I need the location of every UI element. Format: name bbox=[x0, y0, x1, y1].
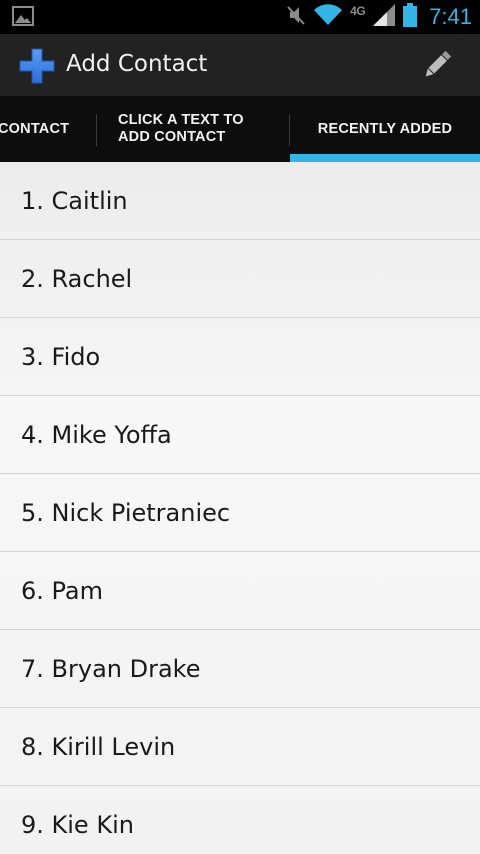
list-item[interactable]: 4. Mike Yoffa bbox=[0, 396, 480, 474]
list-item[interactable]: 7. Bryan Drake bbox=[0, 630, 480, 708]
action-bar: Add Contact bbox=[0, 34, 480, 96]
app-title: Add Contact bbox=[66, 51, 208, 77]
contact-name: 7. Bryan Drake bbox=[21, 654, 201, 683]
contact-name: 6. Pam bbox=[21, 576, 104, 605]
contact-name: 9. Kie Kin bbox=[21, 810, 134, 839]
tab-contact[interactable]: CONTACT bbox=[0, 96, 96, 162]
signal-icon bbox=[373, 4, 396, 30]
selected-tab-indicator bbox=[290, 154, 480, 162]
contact-name: 3. Fido bbox=[21, 342, 101, 371]
mute-icon bbox=[286, 4, 306, 30]
list-item[interactable]: 5. Nick Pietraniec bbox=[0, 474, 480, 552]
contact-name: 8. Kirill Levin bbox=[21, 732, 176, 761]
list-item[interactable]: 3. Fido bbox=[0, 318, 480, 396]
tab-recently-added-label: RECENTLY ADDED bbox=[317, 120, 453, 137]
battery-icon bbox=[403, 3, 418, 31]
tab-click-a-text-label: CLICK A TEXT TO ADD CONTACT bbox=[118, 112, 244, 145]
tab-contact-label: CONTACT bbox=[0, 120, 70, 137]
status-bar: 4G 7:41 bbox=[0, 0, 480, 34]
image-notification-icon bbox=[12, 6, 34, 30]
contact-name: 5. Nick Pietraniec bbox=[21, 498, 231, 527]
wifi-icon bbox=[314, 4, 343, 30]
contact-name: 1. Caitlin bbox=[21, 186, 128, 215]
contact-name: 4. Mike Yoffa bbox=[21, 420, 172, 449]
list-item[interactable]: 9. Kie Kin bbox=[0, 786, 480, 854]
list-item[interactable]: 2. Rachel bbox=[0, 240, 480, 318]
clock: 7:41 bbox=[429, 4, 472, 29]
list-item[interactable]: 1. Caitlin bbox=[0, 162, 480, 240]
contact-list[interactable]: 1. Caitlin 2. Rachel 3. Fido 4. Mike Yof… bbox=[0, 162, 480, 854]
pencil-icon[interactable] bbox=[420, 48, 454, 82]
contact-name: 2. Rachel bbox=[21, 264, 133, 293]
list-item[interactable]: 8. Kirill Levin bbox=[0, 708, 480, 786]
tab-click-a-text[interactable]: CLICK A TEXT TO ADD CONTACT bbox=[97, 96, 289, 162]
tab-recently-added[interactable]: RECENTLY ADDED bbox=[290, 96, 480, 162]
list-item[interactable]: 6. Pam bbox=[0, 552, 480, 630]
tab-bar: CONTACT CLICK A TEXT TO ADD CONTACT RECE… bbox=[0, 96, 480, 162]
plus-icon[interactable] bbox=[18, 47, 56, 85]
network-type-label: 4G bbox=[350, 4, 366, 18]
